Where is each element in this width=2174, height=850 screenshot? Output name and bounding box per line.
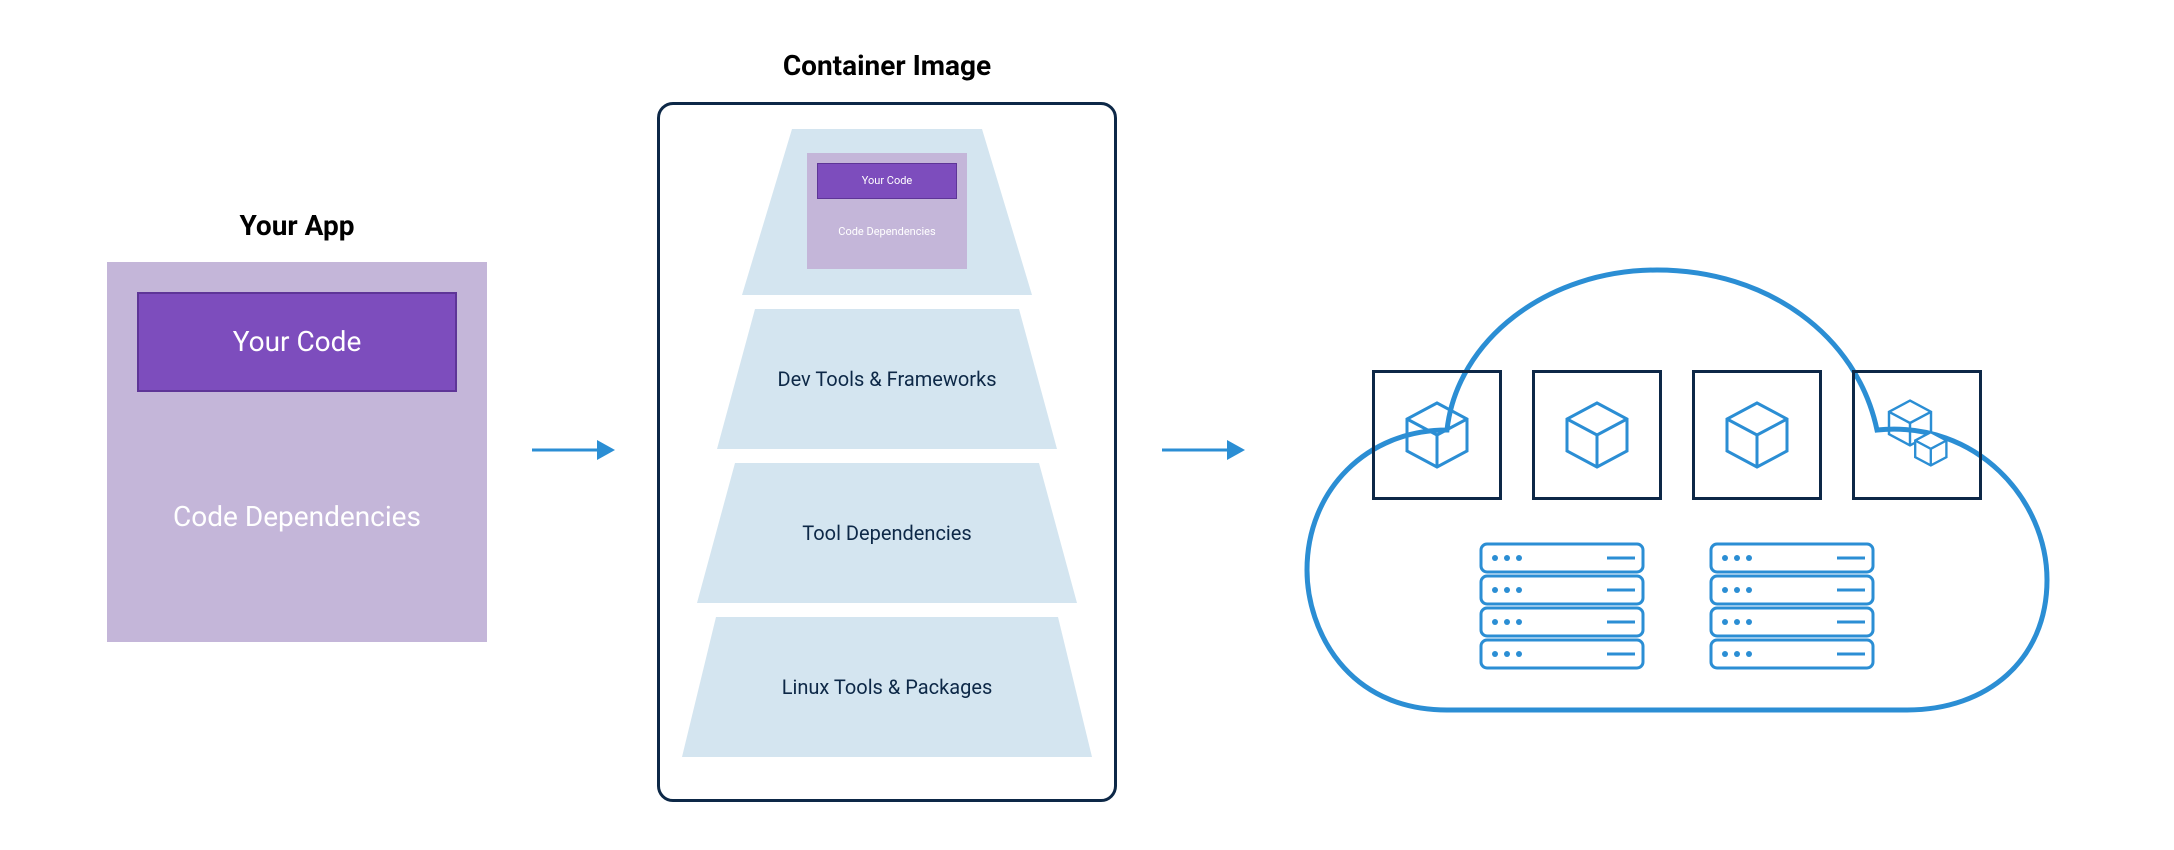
layer-label-tool-deps: Tool Dependencies xyxy=(697,463,1077,603)
container-layer-tool-deps: Tool Dependencies xyxy=(697,463,1077,603)
cube-icon xyxy=(1717,395,1797,475)
container-layer-linux: Linux Tools & Packages xyxy=(682,617,1092,757)
cloud-content xyxy=(1287,370,2067,674)
layer-label-linux: Linux Tools & Packages xyxy=(682,617,1092,757)
mini-your-code-box: Your Code xyxy=(817,163,957,199)
your-app-box: Your Code Code Dependencies xyxy=(107,262,487,642)
container-layer-top: Your Code Code Dependencies xyxy=(742,129,1032,295)
mini-code-dependencies-box: Code Dependencies xyxy=(817,205,957,259)
cube-icon xyxy=(1557,395,1637,475)
your-app-title: Your App xyxy=(239,209,354,242)
multi-cube-icon xyxy=(1872,390,1962,480)
your-code-box: Your Code xyxy=(137,292,457,392)
server-icon xyxy=(1477,540,1647,670)
code-dependencies-box: Code Dependencies xyxy=(137,422,457,612)
mini-your-app-box: Your Code Code Dependencies xyxy=(807,153,967,269)
container-cube-2 xyxy=(1532,370,1662,500)
server-row xyxy=(1477,540,1877,674)
server-1 xyxy=(1477,540,1647,674)
container-image-title: Container Image xyxy=(783,49,991,82)
container-image-section: Container Image Your Code Code Dependenc… xyxy=(657,49,1117,802)
arrow-right-icon xyxy=(1157,430,1247,470)
server-icon xyxy=(1707,540,1877,670)
arrow-2 xyxy=(1157,430,1247,470)
container-layer-dev-tools: Dev Tools & Frameworks xyxy=(717,309,1057,449)
arrow-1 xyxy=(527,430,617,470)
your-app-section: Your App Your Code Code Dependencies xyxy=(107,209,487,642)
diagram-container: Your App Your Code Code Dependencies Con… xyxy=(0,0,2174,850)
cube-icon xyxy=(1397,395,1477,475)
arrow-right-icon xyxy=(527,430,617,470)
server-2 xyxy=(1707,540,1877,674)
container-image-box: Your Code Code Dependencies Dev Tools & … xyxy=(657,102,1117,802)
cube-row xyxy=(1372,370,1982,500)
container-cube-1 xyxy=(1372,370,1502,500)
cloud-section xyxy=(1287,170,2067,730)
container-cube-3 xyxy=(1692,370,1822,500)
layer-label-dev-tools: Dev Tools & Frameworks xyxy=(717,309,1057,449)
container-cube-4 xyxy=(1852,370,1982,500)
